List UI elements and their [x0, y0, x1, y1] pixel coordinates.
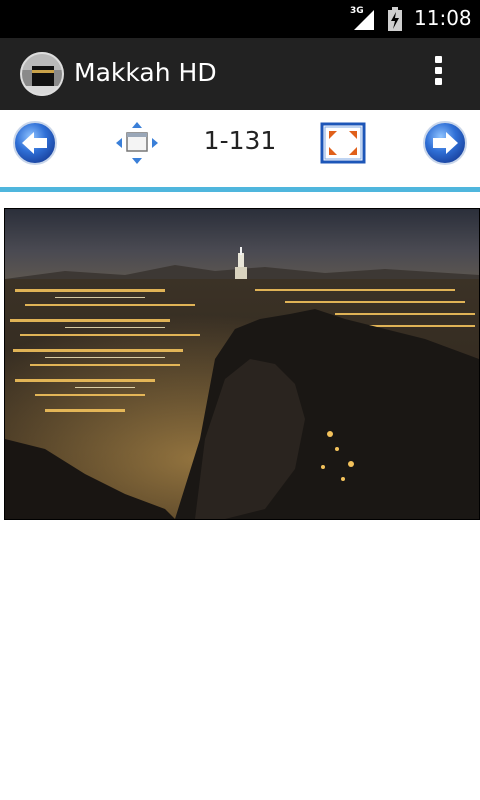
status-bar: 3G 11:08	[0, 0, 480, 38]
action-bar: Makkah HD	[0, 38, 480, 110]
fit-screen-icon	[116, 122, 158, 164]
toolbar-divider	[0, 187, 480, 192]
fullscreen-button[interactable]	[320, 120, 366, 166]
image-toolbar: 1-131	[0, 110, 480, 186]
fullscreen-icon	[320, 122, 366, 164]
image-counter: 1-131	[203, 126, 277, 155]
app-title: Makkah HD	[74, 58, 217, 87]
arrow-right-icon	[423, 121, 467, 165]
fit-screen-button[interactable]	[114, 120, 160, 166]
arrow-left-icon	[13, 121, 57, 165]
previous-button[interactable]	[12, 120, 58, 166]
signal-icon	[354, 10, 374, 30]
kaaba-app-icon[interactable]	[20, 52, 64, 96]
battery-charging-icon	[388, 7, 402, 31]
clock: 11:08	[414, 6, 472, 30]
makkah-night-photo[interactable]	[4, 208, 480, 520]
next-button[interactable]	[422, 120, 468, 166]
overflow-menu-icon[interactable]	[428, 56, 448, 92]
